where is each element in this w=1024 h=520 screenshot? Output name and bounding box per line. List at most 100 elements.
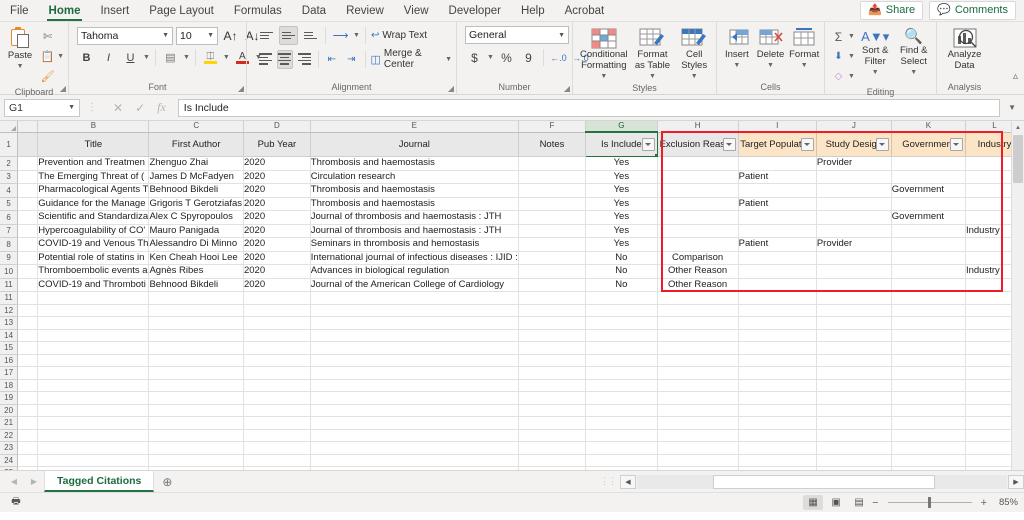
cell-year-8[interactable]: 2020 [243,237,311,252]
cell-exclusion-8[interactable] [657,237,739,252]
cell-notes-6[interactable] [518,210,587,225]
empty-cell[interactable] [738,391,817,405]
empty-cell[interactable] [657,366,739,380]
row-header-1[interactable]: 1 [0,132,19,157]
cell-year-7[interactable]: 2020 [243,224,311,238]
row-header-21[interactable]: 21 [0,416,19,430]
cell-notes-3[interactable] [518,170,587,184]
cell-design-9[interactable] [816,251,892,265]
empty-cell[interactable] [518,454,587,467]
table-row[interactable]: 3 The Emerging Threat of (James D McFadye… [0,170,1024,184]
cell-journal-7[interactable]: Journal of thrombosis and haemostasis : … [310,224,519,238]
empty-row[interactable]: 14 [0,329,1024,342]
empty-cell[interactable] [738,316,817,330]
empty-cell[interactable] [657,354,739,367]
empty-cell[interactable] [657,379,739,392]
empty-cell[interactable] [518,416,587,430]
cell-notes-7[interactable] [518,224,587,238]
cell-government-2[interactable] [891,156,966,171]
orientation-button[interactable]: ⟶ [331,26,350,45]
increase-font-size-button[interactable]: A↑ [221,26,240,45]
cell-journal-2[interactable]: Thrombosis and haemostasis [310,156,519,171]
cell-a-3[interactable] [17,170,39,184]
header-cell-notes[interactable]: Notes [518,132,587,157]
cell-author-6[interactable]: Alex C Spyropoulos [148,210,244,225]
empty-cell[interactable] [816,304,892,317]
empty-cell[interactable] [816,329,892,342]
autosum-button[interactable]: Σ [829,27,848,46]
cell-exclusion-5[interactable] [657,197,739,211]
empty-cell[interactable] [518,404,587,417]
row-header-9[interactable]: 9 [0,251,19,265]
cell-target-10[interactable] [738,264,817,279]
empty-cell[interactable] [657,404,739,417]
zoom-level-label[interactable]: 85% [990,497,1018,508]
empty-cell[interactable] [17,454,39,467]
row-header-16[interactable]: 16 [0,354,19,367]
empty-cell[interactable] [310,341,519,355]
underline-chevron-down-icon[interactable]: ▼ [143,54,150,61]
empty-cell[interactable] [657,429,739,442]
format-painter-button[interactable]: 🖌 [38,67,57,86]
cell-a-4[interactable] [17,183,39,198]
cell-include-11[interactable]: No [585,278,658,292]
empty-cell[interactable] [738,379,817,392]
cell-target-2[interactable] [738,156,817,171]
table-row[interactable]: 5 Guidance for the Manage Grigoris T Gerot… [0,197,1024,211]
format-cells-button[interactable]: Format ▼ [788,26,820,71]
empty-cell[interactable] [891,441,966,455]
empty-cell[interactable] [310,329,519,342]
table-row[interactable]: 10 Thromboembolic events a Agnès Ribes 2020… [0,264,1024,279]
cell-include-8[interactable]: Yes [585,237,658,252]
empty-cell[interactable] [148,391,244,405]
empty-cell[interactable] [148,304,244,317]
col-header-F[interactable]: F [518,121,587,133]
cell-government-5[interactable] [891,197,966,211]
empty-cell[interactable] [310,416,519,430]
empty-cell[interactable] [738,291,817,305]
empty-cell[interactable] [518,366,587,380]
header-cell-title[interactable]: Title [37,132,150,157]
row-header-18[interactable]: 18 [0,379,19,392]
empty-row[interactable]: 18 [0,379,1024,392]
cell-design-6[interactable] [816,210,892,225]
row-header-11[interactable]: 11 [0,278,19,292]
empty-cell[interactable] [37,341,150,355]
empty-row[interactable]: 23 [0,441,1024,455]
cell-exclusion-4[interactable] [657,183,739,198]
zoom-out-button[interactable]: − [872,497,878,509]
empty-cell[interactable] [891,379,966,392]
empty-cell[interactable] [738,341,817,355]
empty-cell[interactable] [17,304,39,317]
row-header-19[interactable]: 19 [0,391,19,405]
cell-notes-5[interactable] [518,197,587,211]
fill-chevron-down-icon[interactable]: ▼ [848,53,855,60]
empty-cell[interactable] [37,304,150,317]
format-as-table-button[interactable]: Format as Table ▼ [633,26,673,82]
empty-cell[interactable] [657,454,739,467]
empty-row[interactable]: 21 [0,416,1024,430]
italic-button[interactable]: I [99,48,118,67]
share-button[interactable]: 📤 Share [860,1,924,20]
fill-color-button[interactable]: ⎅ [201,48,220,67]
empty-cell[interactable] [17,429,39,442]
align-top-button[interactable] [257,26,276,45]
empty-cell[interactable] [17,341,39,355]
empty-cell[interactable] [738,441,817,455]
empty-cell[interactable] [891,366,966,380]
empty-cell[interactable] [816,316,892,330]
cell-target-9[interactable] [738,251,817,265]
table-row[interactable]: 9 Potential role of statins in Ken Cheah H… [0,251,1024,265]
cell-a-9[interactable] [17,251,39,265]
cell-design-11[interactable] [816,278,892,292]
empty-cell[interactable] [816,416,892,430]
cell-author-2[interactable]: Zhenguo Zhai [148,156,244,171]
empty-row[interactable]: 17 [0,366,1024,380]
empty-cell[interactable] [657,441,739,455]
empty-cell[interactable] [891,416,966,430]
scroll-left-button[interactable]: ◀ [620,474,636,489]
cell-journal-6[interactable]: Journal of thrombosis and haemostasis : … [310,210,519,225]
empty-cell[interactable] [657,341,739,355]
empty-cell[interactable] [310,304,519,317]
empty-cell[interactable] [243,429,311,442]
